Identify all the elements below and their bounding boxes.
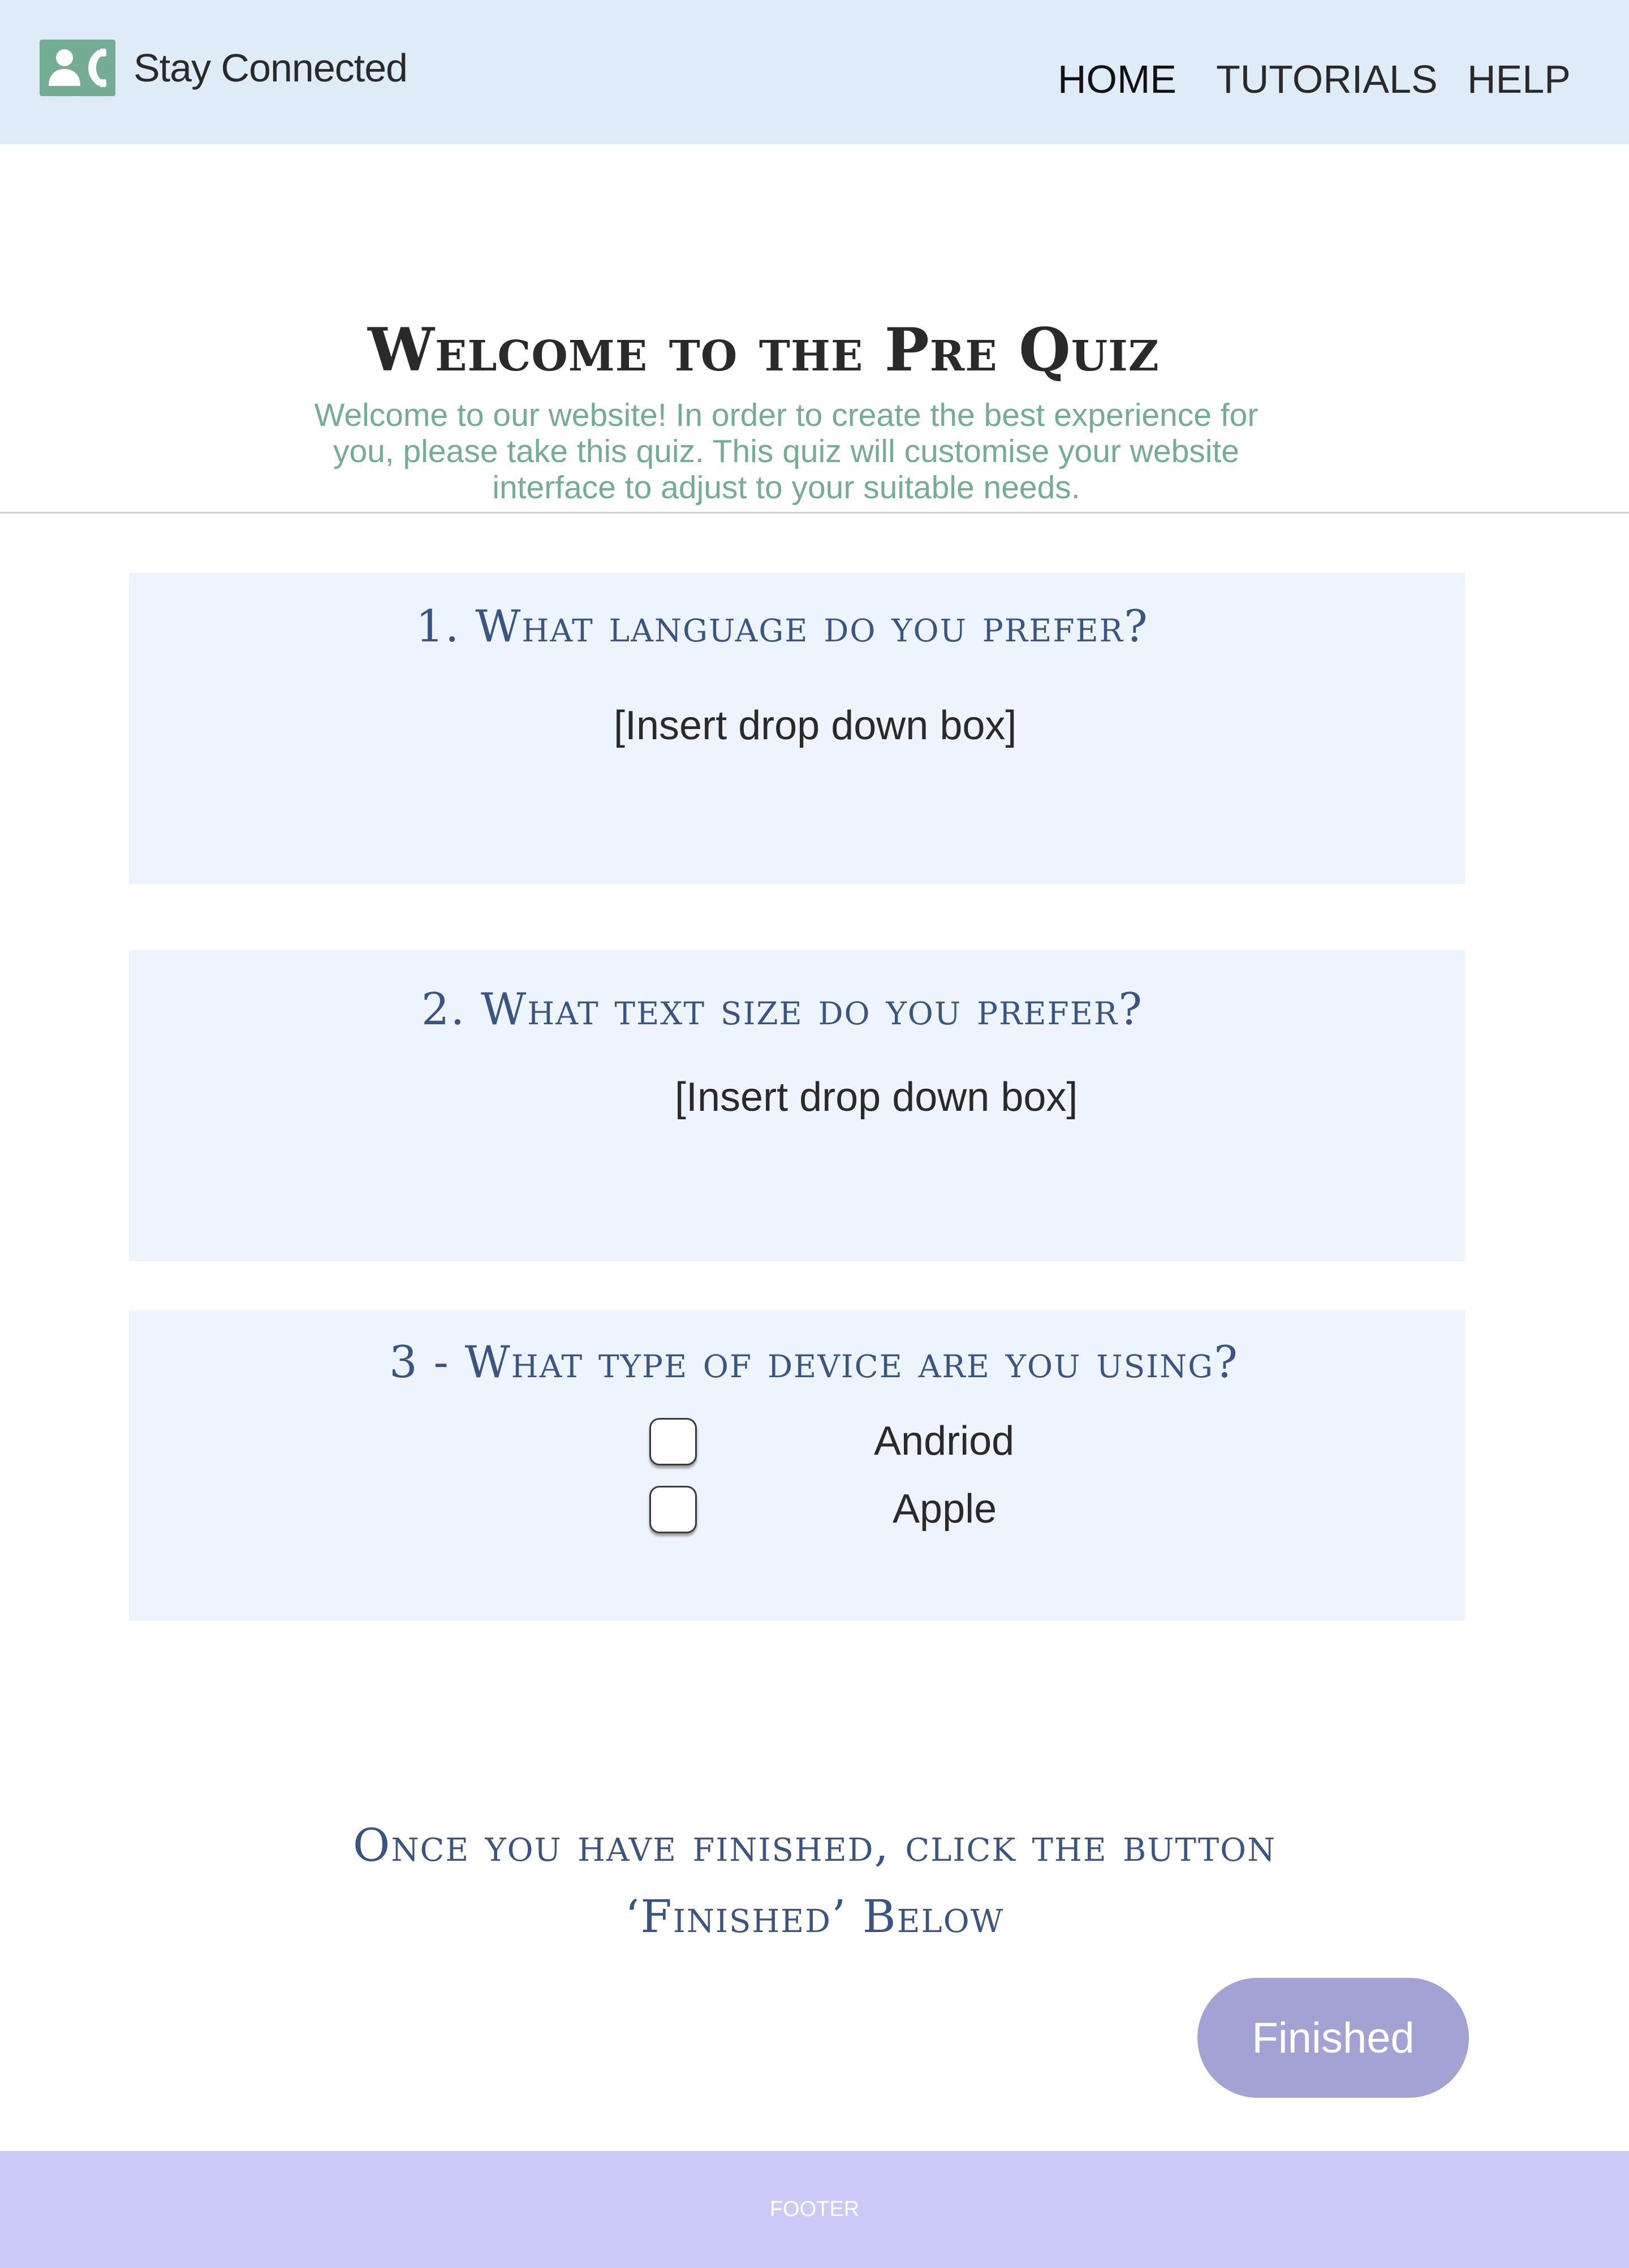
option-label: Apple: [893, 1486, 997, 1532]
question-title: 1. What language do you prefer?: [416, 601, 1149, 652]
text-size-dropdown-placeholder[interactable]: [Insert drop down box]: [675, 1072, 1078, 1123]
question-card-device: 3 - What type of device are you using? A…: [129, 1310, 1465, 1621]
apple-checkbox[interactable]: [649, 1486, 697, 1533]
section-divider: [0, 512, 1629, 514]
question-card-text-size: 2. What text size do you prefer? [Insert…: [129, 950, 1465, 1261]
footer-label: FOOTER: [769, 2197, 860, 2221]
contact-phone-icon[interactable]: [40, 40, 115, 96]
brand-name[interactable]: Stay Connected: [133, 40, 408, 96]
question-title: 2. What text size do you prefer?: [421, 984, 1144, 1035]
finished-button[interactable]: Finished: [1197, 1978, 1469, 2098]
intro-description: Welcome to our website! In order to crea…: [314, 397, 1259, 506]
question-title: 3 - What type of device are you using?: [389, 1337, 1239, 1388]
site-header: Stay Connected HOME TUTORIALS HELP: [0, 0, 1629, 144]
page-title: Welcome to the Pre Quiz: [368, 314, 1160, 385]
option-label: Andriod: [874, 1418, 1015, 1464]
site-footer: FOOTER: [0, 2151, 1629, 2268]
question-card-language: 1. What language do you prefer? [Insert …: [129, 573, 1465, 884]
closing-instruction: Once you have finished, click the button…: [352, 1819, 1277, 1943]
language-dropdown-placeholder[interactable]: [Insert drop down box]: [614, 700, 1016, 751]
nav-help[interactable]: HELP: [1467, 54, 1571, 105]
android-checkbox[interactable]: [649, 1418, 697, 1465]
nav-tutorials[interactable]: TUTORIALS: [1216, 54, 1438, 105]
nav-home[interactable]: HOME: [1058, 54, 1176, 105]
